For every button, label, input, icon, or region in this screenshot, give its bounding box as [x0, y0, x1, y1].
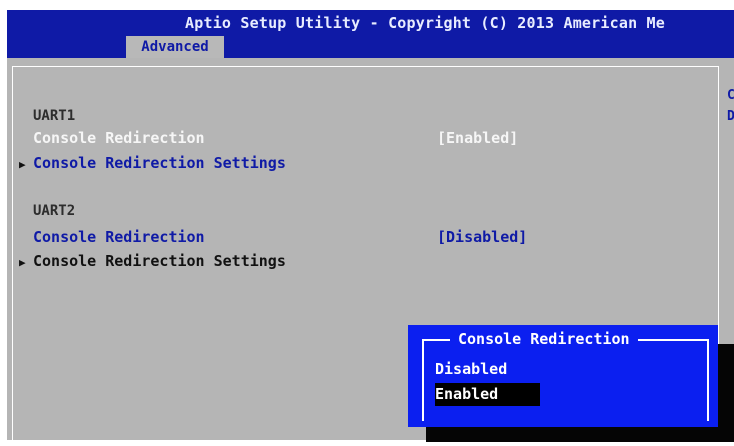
uart1-console-redirection-value[interactable]: [Enabled]: [437, 129, 518, 147]
console-redirection-popup: Console Redirection Disabled Enabled: [408, 325, 718, 427]
uart2-console-redirection-label[interactable]: Console Redirection: [33, 228, 205, 246]
title-bar: Aptio Setup Utility - Copyright (C) 2013…: [7, 10, 734, 58]
help-line: D: [727, 109, 734, 124]
uart1-settings-item[interactable]: ▶ Console Redirection Settings: [19, 154, 286, 172]
popup-option-disabled[interactable]: Disabled: [435, 358, 540, 381]
uart2-settings-item[interactable]: ▶ Console Redirection Settings: [19, 252, 286, 270]
uart2-console-redirection-value[interactable]: [Disabled]: [437, 228, 527, 246]
app-title: Aptio Setup Utility - Copyright (C) 2013…: [185, 14, 665, 32]
tab-advanced[interactable]: Advanced: [126, 36, 224, 58]
help-line: C: [727, 88, 734, 103]
popup-title: Console Redirection: [450, 330, 638, 348]
uart1-heading: UART1: [33, 108, 76, 124]
uart1-settings-label: Console Redirection Settings: [33, 154, 286, 172]
submenu-arrow-icon: ▶: [19, 256, 26, 269]
submenu-arrow-icon: ▶: [19, 158, 26, 171]
popup-option-enabled[interactable]: Enabled: [435, 383, 540, 406]
uart1-console-redirection-label[interactable]: Console Redirection: [33, 129, 205, 147]
uart2-heading: UART2: [33, 203, 76, 219]
uart2-settings-label: Console Redirection Settings: [33, 252, 286, 270]
